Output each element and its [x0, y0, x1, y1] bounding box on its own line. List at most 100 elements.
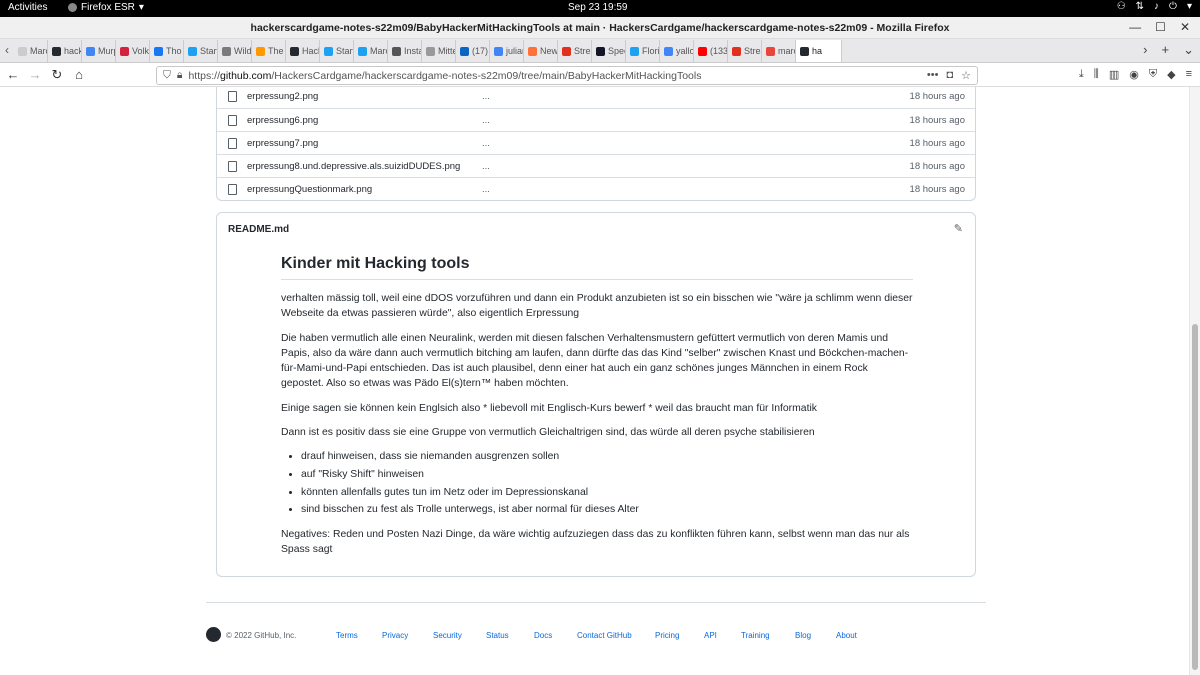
browser-tab[interactable]: ha — [796, 40, 842, 62]
browser-tab[interactable]: hack — [48, 40, 82, 62]
file-name-link[interactable]: erpressungQuestionmark.png — [247, 184, 372, 195]
list-all-tabs-button[interactable]: ⌄ — [1183, 42, 1194, 58]
commit-message[interactable]: ... — [482, 161, 490, 172]
reload-button[interactable]: ↻ — [48, 66, 66, 84]
browser-tab[interactable]: (17) I — [456, 40, 490, 62]
new-tab-button[interactable]: + — [1162, 42, 1170, 58]
footer-link-blog[interactable]: Blog — [795, 631, 811, 640]
file-icon — [228, 183, 237, 195]
clock[interactable]: Sep 23 19:59 — [568, 2, 628, 13]
browser-tab[interactable]: marc — [762, 40, 796, 62]
browser-tab[interactable]: Strea — [558, 40, 592, 62]
library-icon[interactable]: ⫼ — [1094, 68, 1099, 81]
edit-pencil-icon[interactable]: ✎ — [954, 222, 963, 235]
browser-tab[interactable]: Wild — [218, 40, 252, 62]
maximize-icon[interactable]: ☐ — [1155, 20, 1166, 34]
lock-icon[interactable]: 🔒︎ — [177, 69, 183, 82]
browser-tab[interactable]: Start — [320, 40, 354, 62]
browser-tab[interactable]: Spee — [592, 40, 626, 62]
page-actions-icon[interactable]: ••• — [927, 69, 939, 82]
close-icon[interactable]: ✕ — [1180, 20, 1190, 34]
commit-message[interactable]: ... — [482, 138, 490, 149]
browser-tab[interactable]: Marc — [354, 40, 388, 62]
browser-tab[interactable]: (133 — [694, 40, 728, 62]
downloads-icon[interactable]: ⤓ — [1079, 68, 1084, 81]
tab-label: Wild — [234, 46, 252, 56]
activities-button[interactable]: Activities — [8, 2, 47, 13]
app-menu[interactable]: Firefox ESR ▾ — [68, 2, 144, 13]
network-icon[interactable]: ⇅ — [1136, 1, 1144, 12]
browser-tab[interactable]: Tho — [150, 40, 184, 62]
browser-tab[interactable]: Marc — [14, 40, 48, 62]
footer-link-docs[interactable]: Docs — [534, 631, 552, 640]
favicon-icon — [426, 46, 435, 56]
browser-tab[interactable]: The S — [252, 40, 286, 62]
extension-icon[interactable]: ⛨ — [1149, 68, 1157, 81]
file-row[interactable]: erpressung7.png... 18 hours ago — [217, 131, 975, 154]
shield-icon[interactable]: ⛉ — [163, 69, 171, 82]
footer-link-privacy[interactable]: Privacy — [382, 631, 408, 640]
browser-tab[interactable]: Insta — [388, 40, 422, 62]
commit-message[interactable]: ... — [482, 184, 490, 195]
favicon-icon — [222, 46, 231, 56]
footer-link-training[interactable]: Training — [741, 631, 770, 640]
readme-article: Kinder mit Hacking tools verhalten mässi… — [281, 253, 913, 566]
menu-icon[interactable]: ≡ — [1186, 68, 1192, 81]
browser-tab[interactable]: Murp — [82, 40, 116, 62]
file-name-link[interactable]: erpressung7.png — [247, 138, 318, 149]
browser-tab[interactable]: Flori — [626, 40, 660, 62]
url-text[interactable]: https://github.com/HackersCardgame/hacke… — [188, 70, 701, 82]
system-tray[interactable]: ⚇ ⇅ ♪ ⏻ ▾ — [1117, 1, 1192, 12]
bookmark-star-icon[interactable]: ☆ — [961, 69, 971, 82]
sidebar-icon[interactable]: ▥ — [1109, 68, 1119, 81]
readme-filename[interactable]: README.md — [228, 224, 289, 235]
file-row[interactable]: erpressungQuestionmark.png... 18 hours ag… — [217, 177, 975, 200]
url-bar[interactable]: ⛉ 🔒︎ https://github.com/HackersCardgame/… — [156, 66, 978, 85]
pocket-icon[interactable]: ◘ — [946, 69, 953, 82]
browser-tab[interactable]: Start — [184, 40, 218, 62]
footer-link-pricing[interactable]: Pricing — [655, 631, 679, 640]
footer-link-terms[interactable]: Terms — [336, 631, 358, 640]
browser-tab[interactable]: Hack — [286, 40, 320, 62]
scroll-tabs-left-button[interactable]: ‹ — [0, 38, 14, 62]
footer-link-status[interactable]: Status — [486, 631, 509, 640]
file-row[interactable]: erpressung8.und.depressive.als.suizidDUD… — [217, 154, 975, 177]
accessibility-icon[interactable]: ⚇ — [1117, 1, 1126, 12]
extension-icon[interactable]: ◆ — [1167, 68, 1175, 81]
home-button[interactable]: ⌂ — [70, 66, 88, 84]
favicon-icon — [52, 46, 61, 56]
file-name-link[interactable]: erpressung8.und.depressive.als.suizidDUD… — [247, 161, 460, 172]
forward-button[interactable]: → — [26, 66, 44, 84]
browser-tab[interactable]: New — [524, 40, 558, 62]
favicon-icon — [188, 46, 197, 56]
file-name-link[interactable]: erpressung6.png — [247, 115, 318, 126]
file-row[interactable]: erpressung2.png... 18 hours ago — [217, 87, 975, 108]
page-scrollbar[interactable] — [1189, 87, 1200, 675]
footer-link-security[interactable]: Security — [433, 631, 462, 640]
footer-link-about[interactable]: About — [836, 631, 857, 640]
browser-tab[interactable]: Strea — [728, 40, 762, 62]
caret-down-icon[interactable]: ▾ — [1187, 1, 1192, 12]
browser-tab[interactable]: yallo — [660, 40, 694, 62]
browser-tab[interactable]: Mitteilu — [422, 40, 456, 62]
github-logo-icon[interactable] — [206, 627, 221, 642]
footer-link-contact-github[interactable]: Contact GitHub — [577, 631, 632, 640]
browser-tab[interactable]: Volk — [116, 40, 150, 62]
scrollbar-thumb[interactable] — [1192, 324, 1198, 670]
favicon-icon — [732, 46, 741, 56]
tab-label: Strea — [574, 46, 591, 56]
footer-link-api[interactable]: API — [704, 631, 717, 640]
list-item: drauf hinweisen, dass sie niemanden ausg… — [301, 449, 913, 464]
power-icon[interactable]: ⏻ — [1169, 1, 1177, 12]
commit-message[interactable]: ... — [482, 115, 490, 126]
favicon-icon — [630, 46, 639, 56]
volume-icon[interactable]: ♪ — [1154, 1, 1159, 12]
scroll-tabs-right-button[interactable]: › — [1143, 42, 1147, 58]
file-name-link[interactable]: erpressung2.png — [247, 91, 318, 102]
account-icon[interactable]: ◉ — [1129, 68, 1139, 81]
file-row[interactable]: erpressung6.png... 18 hours ago — [217, 108, 975, 131]
minimize-icon[interactable]: — — [1129, 20, 1141, 34]
browser-tab[interactable]: julian — [490, 40, 524, 62]
back-button[interactable]: ← — [4, 66, 22, 84]
commit-message[interactable]: ... — [482, 91, 490, 102]
